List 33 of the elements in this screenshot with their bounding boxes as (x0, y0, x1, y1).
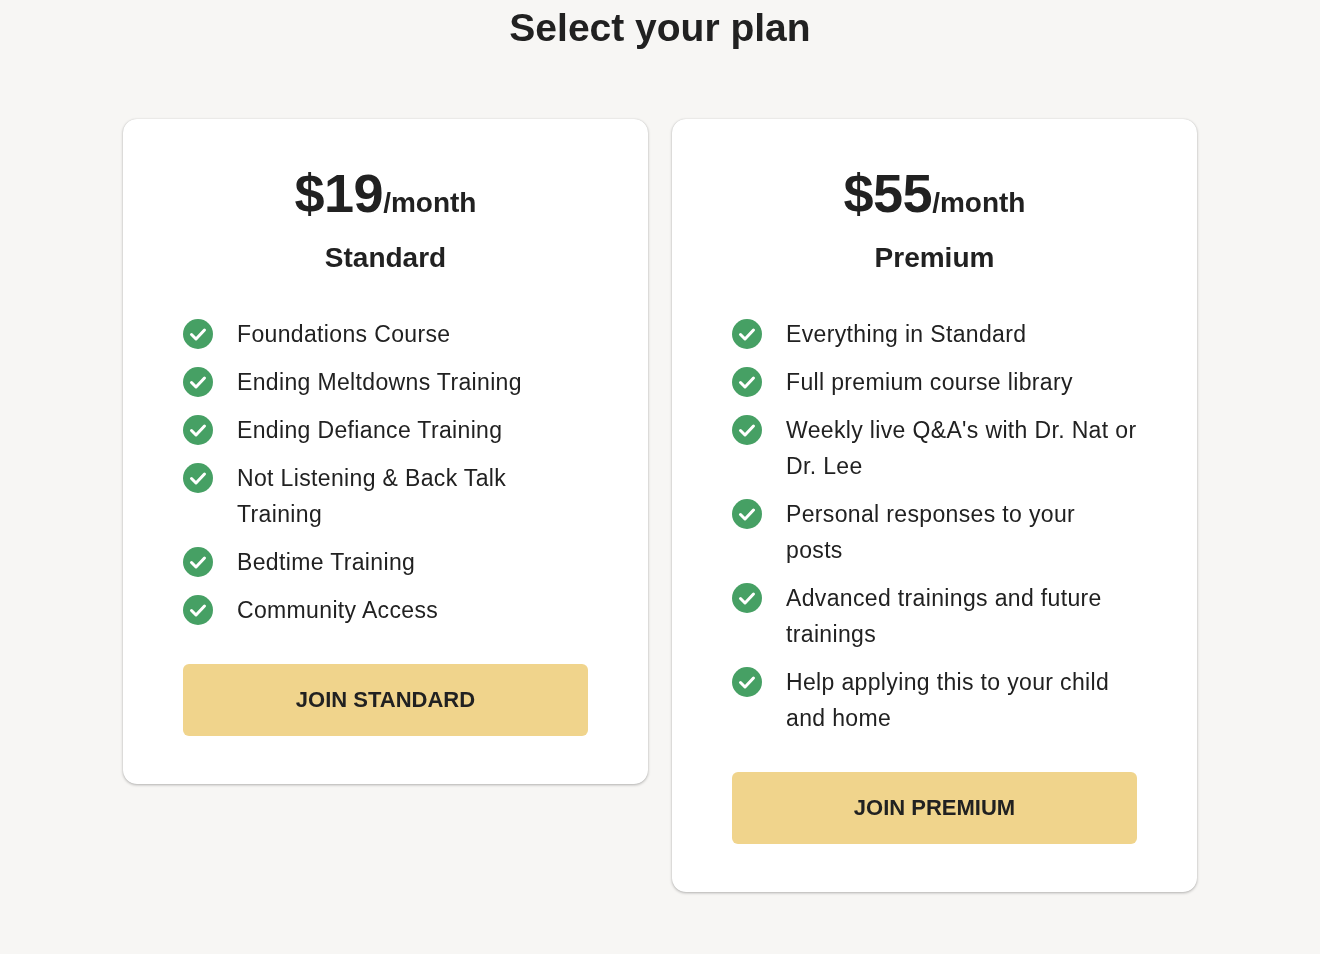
feature-text: Ending Meltdowns Training (237, 368, 523, 397)
plan-name: Standard (323, 241, 448, 275)
feature-text: Foundations Course (237, 320, 452, 349)
check-icon (183, 595, 213, 625)
check-icon (732, 583, 762, 613)
join-button[interactable]: JOIN PREMIUM (732, 772, 1137, 844)
join-button[interactable]: JOIN STANDARD (183, 664, 588, 736)
check-icon (732, 415, 762, 445)
check-icon (732, 667, 762, 697)
page-title: Select your plan (508, 5, 812, 51)
check-icon (183, 463, 213, 493)
feature-text: Not Listening & Back Talk Training (237, 464, 508, 529)
feature-text: Full premium course library (786, 368, 1074, 397)
feature-text: Advanced trainings and future trainings (786, 584, 1103, 649)
feature-text: Community Access (237, 596, 440, 625)
plan-name: Premium (873, 241, 996, 275)
feature-text: Bedtime Training (237, 548, 417, 577)
check-icon (183, 547, 213, 577)
check-icon (732, 499, 762, 529)
check-icon (183, 319, 213, 349)
price-amount: $19 (294, 163, 384, 223)
price-period: /month (383, 187, 477, 220)
feature-text: Weekly live Q&A's with Dr. Nat or Dr. Lee (786, 416, 1137, 481)
price-amount: $55 (843, 163, 933, 223)
check-icon (183, 367, 213, 397)
price-period: /month (932, 187, 1026, 220)
check-icon (732, 367, 762, 397)
check-icon (183, 415, 213, 445)
check-icon (732, 319, 762, 349)
feature-text: Ending Defiance Training (237, 416, 504, 445)
feature-text: Personal responses to your posts (786, 500, 1077, 565)
feature-text: Help applying this to your child and home (786, 668, 1111, 733)
feature-text: Everything in Standard (786, 320, 1028, 349)
